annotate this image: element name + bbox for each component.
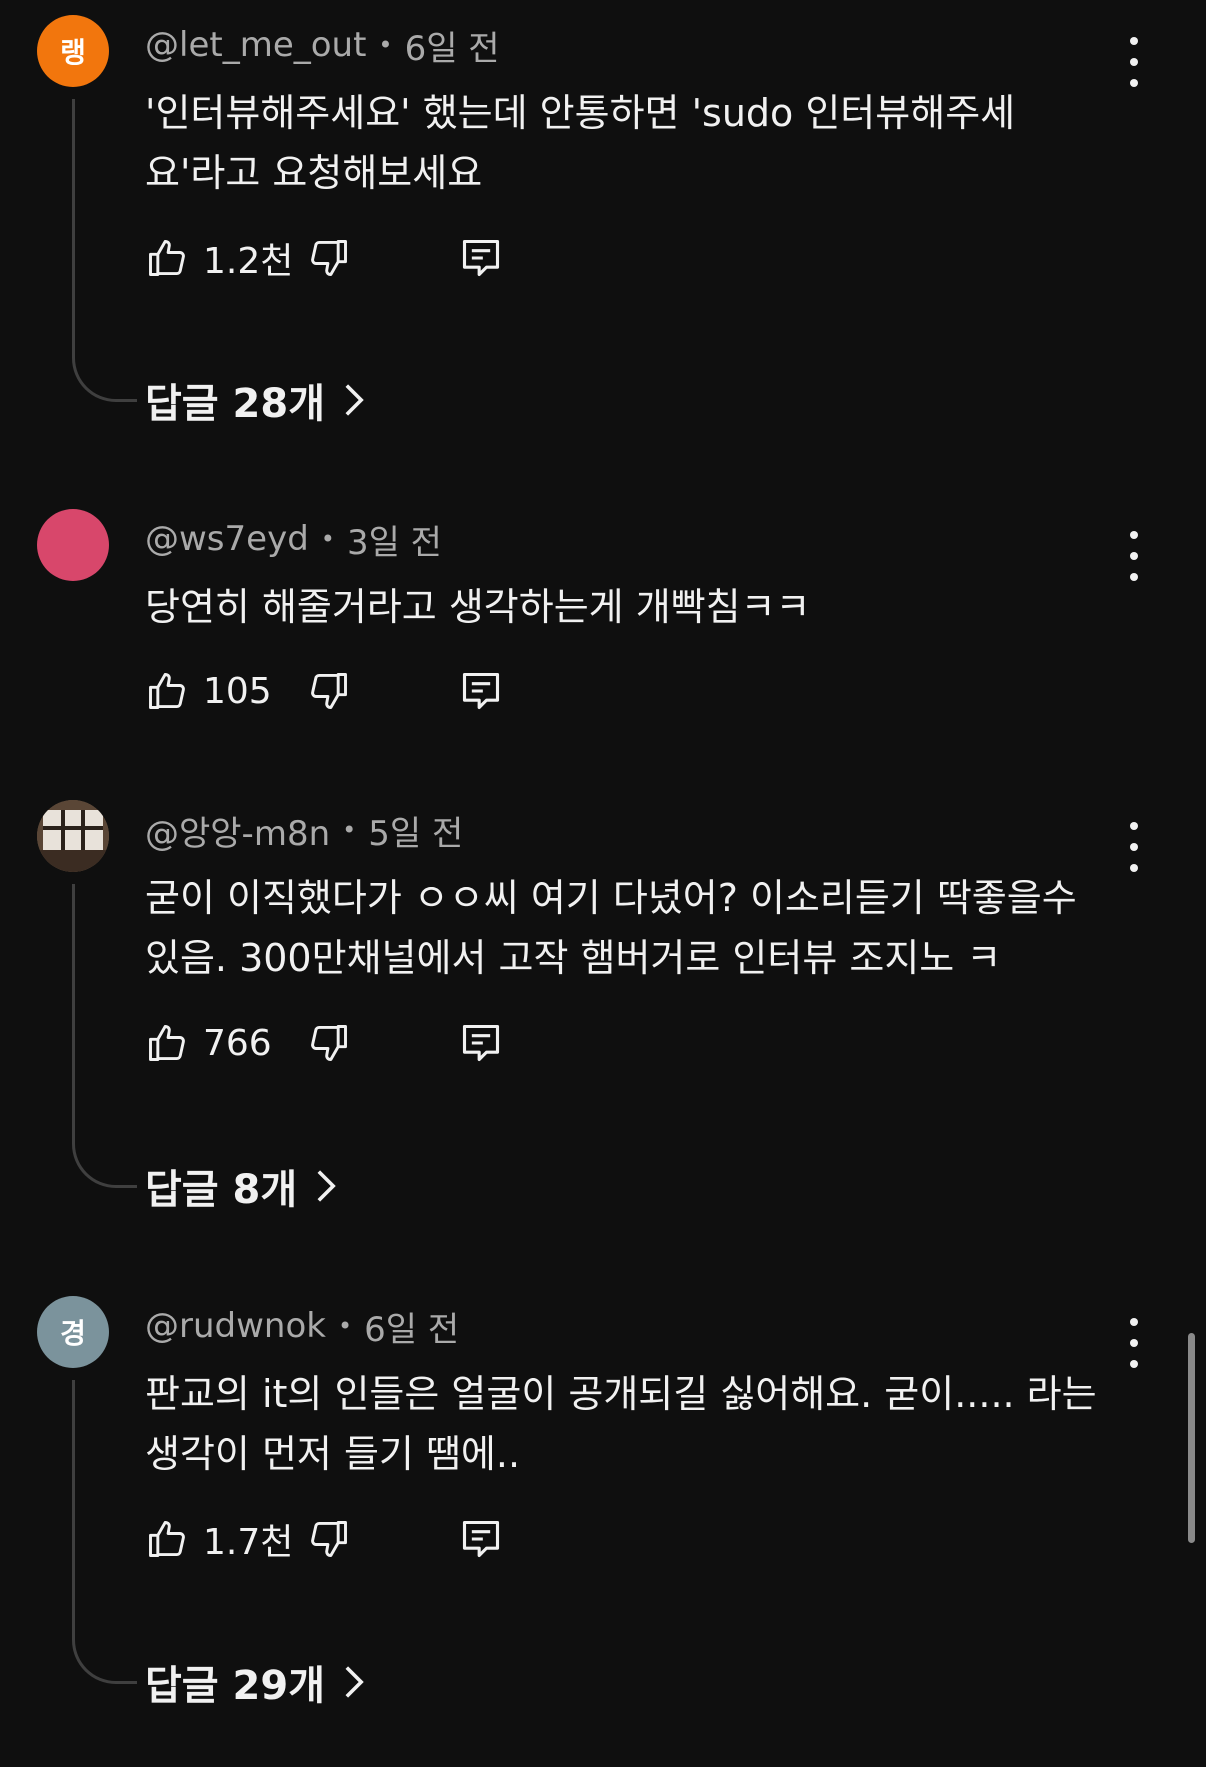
comment-actions: 766 xyxy=(145,1013,503,1073)
thumbs-up-icon[interactable] xyxy=(145,1517,189,1561)
scrollbar[interactable] xyxy=(1188,1333,1195,1543)
comment-line: 요'라고 요청해보세요 xyxy=(145,151,483,195)
chevron-right-icon xyxy=(345,1666,364,1698)
avatar[interactable]: 랭 xyxy=(37,15,109,87)
thumbs-up-icon[interactable] xyxy=(145,236,189,280)
chevron-right-icon xyxy=(345,384,364,416)
timestamp[interactable]: 6일 전 xyxy=(364,1302,459,1351)
thumbs-up-icon[interactable] xyxy=(145,1021,189,1065)
avatar-image xyxy=(37,800,109,872)
timestamp[interactable]: 5일 전 xyxy=(368,806,463,855)
thumbs-down-icon[interactable] xyxy=(307,1517,351,1561)
comment-text: '인터뷰해주세요' 했는데 안통하면 'sudo 인터뷰해주세 요'라고 요청해… xyxy=(145,83,1135,203)
replies-label: 답글 8개 xyxy=(145,1167,298,1213)
comment-line: 굳이 이직했다가 ㅇㅇ씨 여기 다녔어? 이소리듣기 딱좋을수 xyxy=(145,876,1077,920)
username[interactable]: @let_me_out xyxy=(145,25,366,65)
thumbs-up-icon[interactable] xyxy=(145,669,189,713)
comment-header: @let_me_out • 6일 전 xyxy=(145,25,500,69)
thumbs-down-icon[interactable] xyxy=(307,669,351,713)
comment-actions: 1.2천 xyxy=(145,228,503,288)
more-vertical-icon[interactable] xyxy=(1118,531,1150,581)
reply-comment-icon[interactable] xyxy=(459,236,503,280)
timestamp[interactable]: 6일 전 xyxy=(405,21,500,70)
comment-actions: 105 xyxy=(145,661,503,721)
like-count: 105 xyxy=(203,670,272,712)
like-count: 766 xyxy=(203,1022,272,1064)
chevron-right-icon xyxy=(317,1170,336,1202)
view-replies-button[interactable]: 답글 29개 xyxy=(145,1652,365,1712)
reply-comment-icon[interactable] xyxy=(459,1517,503,1561)
separator-dot: • xyxy=(342,816,357,844)
avatar-initial: 랭 xyxy=(60,36,86,69)
replies-label: 답글 29개 xyxy=(145,1663,325,1709)
comment-text: 판교의 it의 인들은 얼굴이 공개되길 싫어해요. 굳이..... 라는 생각… xyxy=(145,1364,1135,1484)
comment-line: '인터뷰해주세요' 했는데 안통하면 'sudo 인터뷰해주세 xyxy=(145,91,1016,135)
more-vertical-icon[interactable] xyxy=(1118,37,1150,87)
reply-comment-icon[interactable] xyxy=(459,1021,503,1065)
avatar[interactable] xyxy=(37,509,109,581)
view-replies-button[interactable]: 답글 28개 xyxy=(145,370,365,430)
thread-line xyxy=(72,99,137,402)
view-replies-button[interactable]: 답글 8개 xyxy=(145,1156,337,1216)
comment-header: @앙앙-m8n • 5일 전 xyxy=(145,810,463,854)
comment-line: 당연히 해줄거라고 생각하는게 개빡침ㅋㅋ xyxy=(145,585,811,629)
comment-actions: 1.7천 xyxy=(145,1509,503,1569)
like-count: 1.2천 xyxy=(203,241,294,282)
separator-dot: • xyxy=(320,525,335,553)
thread-line xyxy=(72,1380,137,1684)
comment-text: 굳이 이직했다가 ㅇㅇ씨 여기 다녔어? 이소리듣기 딱좋을수 있음. 300만… xyxy=(145,868,1135,988)
username[interactable]: @앙앙-m8n xyxy=(145,806,330,855)
comment-line: 판교의 it의 인들은 얼굴이 공개되길 싫어해요. 굳이..... 라는 xyxy=(145,1372,1097,1416)
avatar-initial: 경 xyxy=(60,1317,86,1350)
replies-label: 답글 28개 xyxy=(145,381,325,427)
separator-dot: • xyxy=(378,31,393,59)
reply-comment-icon[interactable] xyxy=(459,669,503,713)
comment-text: 당연히 해줄거라고 생각하는게 개빡침ㅋㅋ xyxy=(145,577,1135,637)
thread-line xyxy=(72,884,137,1188)
avatar[interactable] xyxy=(37,800,109,872)
like-count: 1.7천 xyxy=(203,1522,294,1563)
thumbs-down-icon[interactable] xyxy=(307,1021,351,1065)
username[interactable]: @rudwnok xyxy=(145,1306,326,1346)
timestamp[interactable]: 3일 전 xyxy=(347,515,442,564)
thumbs-down-icon[interactable] xyxy=(307,236,351,280)
comment-line: 생각이 먼저 들기 땜에.. xyxy=(145,1432,521,1476)
comment-header: @rudwnok • 6일 전 xyxy=(145,1306,459,1350)
comment-line: 있음. 300만채널에서 고작 햄버거로 인터뷰 조지노 ㅋ xyxy=(145,936,1002,980)
comment-header: @ws7eyd • 3일 전 xyxy=(145,519,442,563)
more-vertical-icon[interactable] xyxy=(1118,1318,1150,1368)
more-vertical-icon[interactable] xyxy=(1118,822,1150,872)
avatar[interactable]: 경 xyxy=(37,1296,109,1368)
separator-dot: • xyxy=(337,1312,353,1340)
username[interactable]: @ws7eyd xyxy=(145,519,309,559)
